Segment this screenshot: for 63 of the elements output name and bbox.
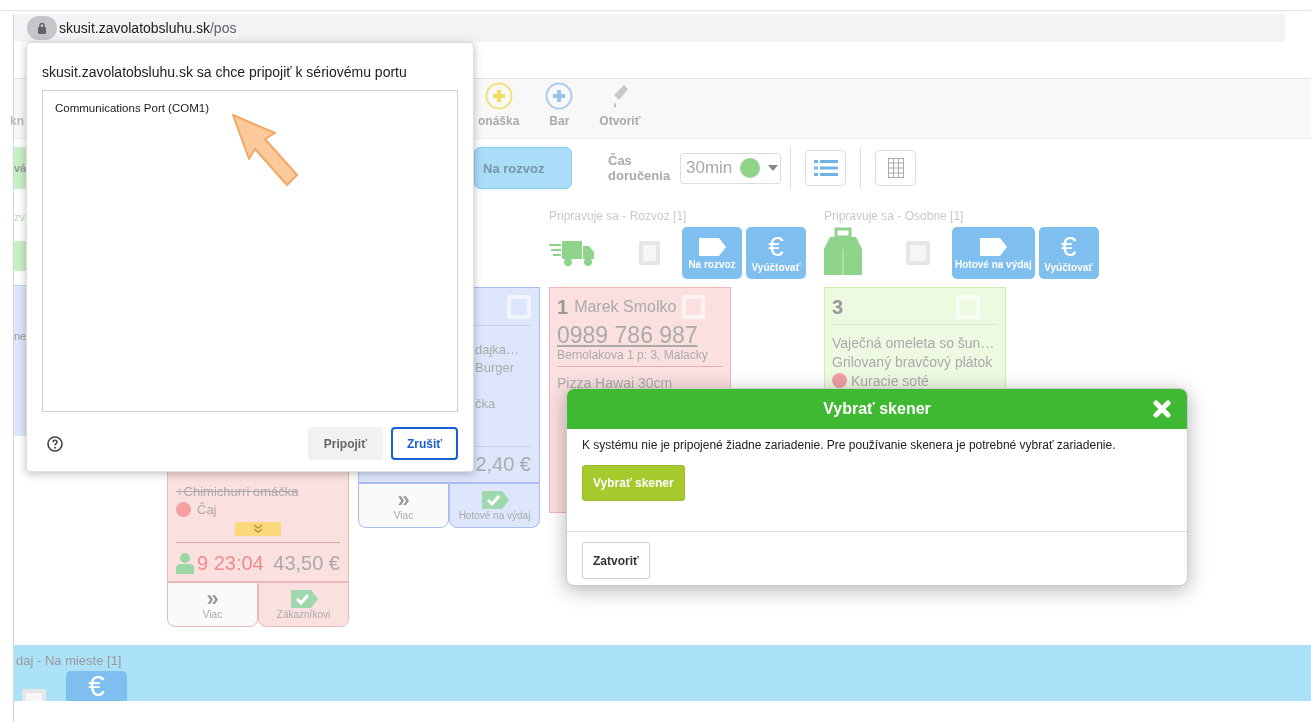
select-scanner-button[interactable]: Vybrať skener bbox=[582, 465, 685, 501]
filter-button[interactable]: Na rozvoz bbox=[474, 147, 572, 189]
checkout-button[interactable]: € Vyúčtovať bbox=[746, 227, 806, 279]
customer-address: Bernolakova 1 p: 3, Malacky bbox=[557, 348, 709, 362]
column-header: zv bbox=[14, 210, 26, 225]
help-icon[interactable] bbox=[47, 435, 63, 452]
status-button[interactable]: Na rozvoz bbox=[682, 227, 742, 279]
list-icon bbox=[813, 159, 838, 177]
expand-button[interactable] bbox=[235, 522, 281, 536]
cancel-button[interactable]: Zrušiť bbox=[390, 427, 458, 460]
checkout-button[interactable]: € bbox=[66, 671, 127, 701]
url-text: skusit.zavolatobsluhu.sk/pos bbox=[59, 20, 237, 36]
checkbox[interactable] bbox=[22, 689, 46, 701]
chevron-down-icon bbox=[253, 524, 263, 534]
checkbox[interactable] bbox=[639, 241, 660, 265]
order-item-text: Grilovaný bravčový plátok bbox=[832, 353, 993, 370]
order-card bbox=[14, 241, 26, 271]
order-item-text: Vaječná omeleta so šun… bbox=[832, 334, 995, 351]
address-bar[interactable]: skusit.zavolatobsluhu.sk/pos bbox=[14, 14, 1285, 42]
port-option[interactable]: Communications Port (COM1) bbox=[43, 91, 457, 114]
checkout-button[interactable]: € Vyúčtovať bbox=[1038, 227, 1099, 279]
checkbox[interactable] bbox=[906, 241, 930, 265]
filter-button[interactable]: vá bbox=[14, 147, 26, 189]
status-button[interactable]: Hotové na výdaj bbox=[952, 227, 1035, 279]
toolbar-item[interactable]: onáška bbox=[478, 82, 520, 138]
toolbar-item[interactable]: Bar bbox=[545, 82, 574, 138]
toolbar-label: kn bbox=[10, 114, 25, 128]
more-button[interactable]: » Viac bbox=[167, 582, 258, 627]
grid-icon bbox=[887, 158, 904, 178]
order-item-text: Kuracie soté bbox=[851, 372, 929, 389]
order-item-text: Burger bbox=[474, 360, 516, 377]
order-item-text: Pizza Hawai 30cm bbox=[557, 374, 673, 391]
plus-circle-icon bbox=[484, 82, 513, 110]
list-view-button[interactable] bbox=[805, 150, 846, 186]
order-item-text: dajka… bbox=[474, 342, 521, 359]
section-header: daj - Na mieste [1] bbox=[16, 653, 123, 668]
more-button[interactable]: » Viac bbox=[358, 483, 449, 528]
order-item-text: Čaj bbox=[197, 501, 217, 517]
dialog-title: Vybrať skener bbox=[823, 400, 931, 418]
lock-icon bbox=[27, 16, 57, 40]
toolbar-item[interactable]: Otvoriť bbox=[599, 82, 641, 138]
order-item-text: ne bbox=[14, 330, 27, 342]
grid-view-button[interactable] bbox=[875, 150, 916, 186]
caret-icon bbox=[768, 165, 779, 171]
dialog-title: skusit.zavolatobsluhu.sk sa chce pripojiť k sériovému portu bbox=[42, 64, 408, 82]
person-icon bbox=[176, 552, 194, 574]
plus-circle-icon bbox=[545, 82, 574, 110]
delivery-time-select[interactable]: 30min bbox=[680, 152, 781, 184]
order-number: 1 bbox=[557, 295, 569, 319]
ready-button[interactable]: Hotové na výdaj bbox=[449, 483, 540, 528]
close-dialog-button[interactable]: Zatvoriť bbox=[582, 542, 650, 579]
order-price: 43,50 € bbox=[273, 551, 340, 575]
order-time: 9 23:04 bbox=[197, 551, 264, 575]
order-item-text: +Chimichurri omáčka bbox=[176, 483, 299, 499]
customer-name: Marek Smolko bbox=[574, 298, 677, 316]
dialog-message: K systému nie je pripojené žiadne zariadenie. Pre používanie skenera je potrebné vybrať zariadenie. bbox=[582, 438, 1117, 452]
ready-button[interactable]: Zákazníkovi bbox=[258, 582, 349, 627]
order-number: 3 bbox=[832, 295, 844, 319]
close-button[interactable] bbox=[1153, 400, 1171, 418]
order-item-text: čka bbox=[474, 396, 497, 413]
delivery-time-label: Čas doručenia bbox=[608, 153, 672, 183]
truck-icon bbox=[549, 238, 595, 268]
phone-link[interactable]: 0989 786 987 bbox=[557, 322, 723, 348]
